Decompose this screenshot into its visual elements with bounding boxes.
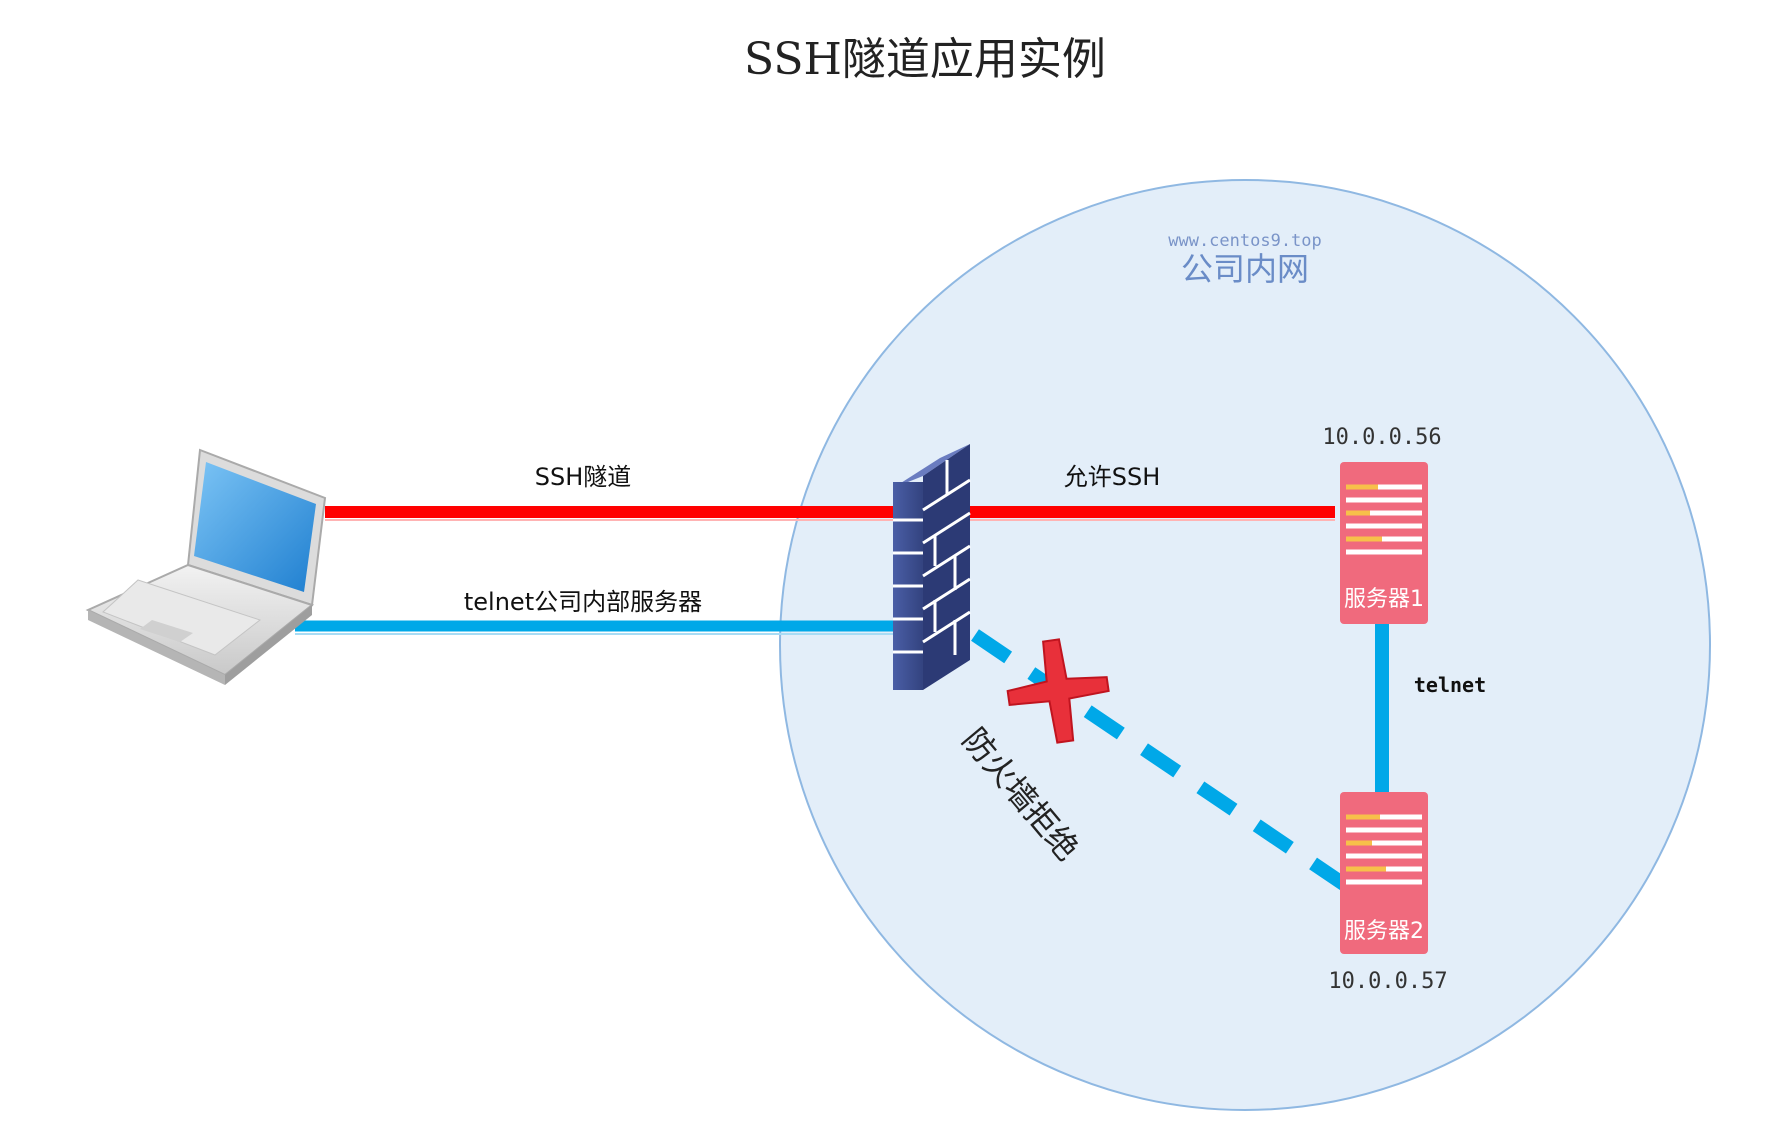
page-title: SSH隧道应用实例: [744, 34, 1106, 85]
diagram-canvas: SSH隧道应用实例 www.centos9.top 公司内网 SSH隧道 允许S…: [85, 34, 1711, 1111]
server-1-ip: 10.0.0.56: [1322, 425, 1441, 450]
server-1-name: 服务器1: [1344, 587, 1424, 612]
laptop-icon: [85, 448, 327, 685]
firewall-icon: [893, 444, 971, 690]
network-label: 公司内网: [1181, 250, 1309, 288]
server-2-ip: 10.0.0.57: [1328, 969, 1447, 994]
telnet-internal-label: telnet公司内部服务器: [464, 588, 702, 616]
server-telnet-label: telnet: [1414, 673, 1486, 697]
ssh-tunnel-label: SSH隧道: [535, 463, 632, 491]
watermark-text: www.centos9.top: [1168, 231, 1322, 251]
server-2-name: 服务器2: [1344, 919, 1424, 944]
allow-ssh-label: 允许SSH: [1064, 463, 1161, 491]
